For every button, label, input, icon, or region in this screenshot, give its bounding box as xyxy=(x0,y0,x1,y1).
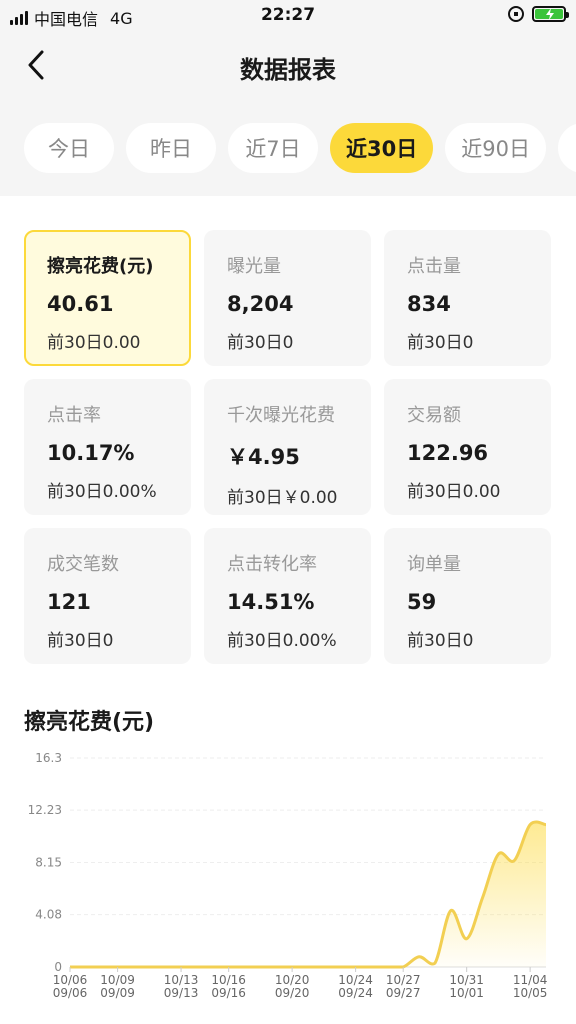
x-tick-label: 10/13 xyxy=(164,973,199,987)
tab-7-days[interactable]: 近7日 xyxy=(228,123,318,173)
x-tick-label: 10/27 xyxy=(386,973,421,987)
metric-card-spend[interactable]: 擦亮花费(元) 40.61 前30日0.00 xyxy=(24,230,191,366)
metric-prev: 前30日0 xyxy=(227,333,294,353)
battery-icon xyxy=(532,6,569,22)
metric-value: 121 xyxy=(47,590,91,614)
x-tick-label: 09/09 xyxy=(100,986,135,1000)
rotation-lock-icon xyxy=(508,6,524,22)
metric-prev: 前30日0.00 xyxy=(407,482,501,502)
metric-card-conversion[interactable]: 点击转化率 14.51% 前30日0.00% xyxy=(204,528,371,664)
metric-prev: 前30日0 xyxy=(47,631,114,651)
x-tick-label: 10/06 xyxy=(53,973,88,987)
y-tick-label: 8.15 xyxy=(35,856,62,870)
y-tick-label: 0 xyxy=(54,960,62,974)
y-tick-label: 16.3 xyxy=(35,751,62,765)
metric-prev: 前30日0.00% xyxy=(47,482,157,502)
y-tick-label: 4.08 xyxy=(35,908,62,922)
status-right xyxy=(508,6,569,22)
x-tick-label: 10/01 xyxy=(449,986,484,1000)
x-tick-label: 09/24 xyxy=(338,986,373,1000)
metric-label: 点击量 xyxy=(407,256,461,277)
metric-value: 59 xyxy=(407,590,437,614)
metric-cards: 擦亮花费(元) 40.61 前30日0.00 曝光量 8,204 前30日0 点… xyxy=(24,230,552,664)
x-tick-label: 09/06 xyxy=(53,986,88,1000)
metric-prev: 前30日0 xyxy=(407,631,474,651)
metric-card-ctr[interactable]: 点击率 10.17% 前30日0.00% xyxy=(24,379,191,515)
status-bar: 中国电信 4G 22:27 xyxy=(0,0,576,34)
x-tick-label: 10/16 xyxy=(211,973,246,987)
series-area xyxy=(70,822,546,967)
metric-card-gmv[interactable]: 交易额 122.96 前30日0.00 xyxy=(384,379,551,515)
metric-prev: 前30日0.00 xyxy=(47,333,141,353)
nav-bar: 数据报表 xyxy=(0,34,576,96)
x-tick-label: 09/20 xyxy=(275,986,310,1000)
page-title: 数据报表 xyxy=(240,56,336,84)
tab-90-days[interactable]: 近90日 xyxy=(445,123,546,173)
tab-more[interactable] xyxy=(557,123,576,173)
metric-card-orders[interactable]: 成交笔数 121 前30日0 xyxy=(24,528,191,664)
x-tick-label: 10/24 xyxy=(338,973,373,987)
x-tick-label: 10/31 xyxy=(449,973,484,987)
x-tick-label: 09/13 xyxy=(164,986,199,1000)
metric-prev: 前30日0.00% xyxy=(227,631,337,651)
tab-30-days[interactable]: 近30日 xyxy=(330,123,434,173)
metric-value: 8,204 xyxy=(227,292,294,316)
tab-today[interactable]: 今日 xyxy=(24,123,114,173)
metric-label: 询单量 xyxy=(407,554,461,575)
metric-card-clicks[interactable]: 点击量 834 前30日0 xyxy=(384,230,551,366)
metric-prev: 前30日0 xyxy=(407,333,474,353)
metric-prev: 前30日￥0.00 xyxy=(227,488,338,508)
metric-card-impressions[interactable]: 曝光量 8,204 前30日0 xyxy=(204,230,371,366)
metric-label: 成交笔数 xyxy=(47,554,119,575)
metric-label: 擦亮花费(元) xyxy=(47,256,154,277)
tab-yesterday[interactable]: 昨日 xyxy=(126,123,216,173)
status-time: 22:27 xyxy=(260,5,316,25)
metric-value: ￥4.95 xyxy=(227,445,300,469)
x-tick-label: 11/04 xyxy=(513,973,548,987)
x-tick-label: 10/09 xyxy=(100,973,135,987)
y-tick-label: 12.23 xyxy=(28,803,62,817)
metric-label: 曝光量 xyxy=(227,256,281,277)
metric-label: 点击率 xyxy=(47,405,101,426)
date-range-tabs: 今日 昨日 近7日 近30日 近90日 xyxy=(24,123,576,173)
x-tick-label: 09/27 xyxy=(386,986,421,1000)
metric-value: 40.61 xyxy=(47,292,114,316)
chart-title: 擦亮花费(元) xyxy=(24,710,155,735)
metric-value: 14.51% xyxy=(227,590,315,614)
x-tick-label: 10/20 xyxy=(275,973,310,987)
x-tick-label: 10/05 xyxy=(513,986,548,1000)
metric-value: 122.96 xyxy=(407,441,489,465)
header-area: 中国电信 4G 22:27 数据报表 今日 昨日 近7日 近30日 近90日 xyxy=(0,0,576,196)
x-tick-label: 09/16 xyxy=(211,986,246,1000)
metric-label: 千次曝光花费 xyxy=(227,405,335,426)
spend-chart: 0 4.08 8.15 12.23 16.3 10/06 09/06 10/09 09/09 10… xyxy=(0,748,576,1024)
spend-chart-svg: 0 4.08 8.15 12.23 16.3 10/0609/06 10/0909/09 10… xyxy=(28,751,548,1000)
metric-label: 交易额 xyxy=(407,405,461,426)
metric-value: 834 xyxy=(407,292,451,316)
metric-label: 点击转化率 xyxy=(227,554,317,575)
metric-card-inquiries[interactable]: 询单量 59 前30日0 xyxy=(384,528,551,664)
metric-card-cpm[interactable]: 千次曝光花费 ￥4.95 前30日￥0.00 xyxy=(204,379,371,515)
metric-value: 10.17% xyxy=(47,441,135,465)
